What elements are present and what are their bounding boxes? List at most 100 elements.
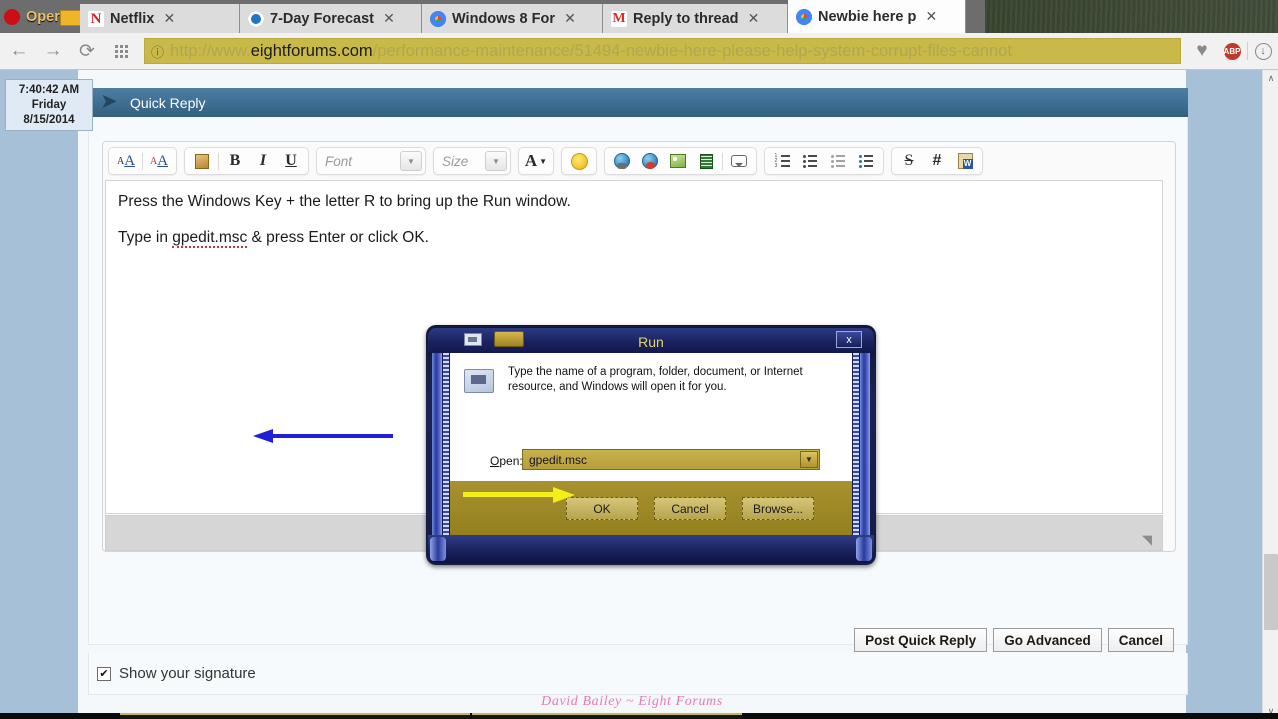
globe-chain-glyph bbox=[614, 153, 630, 169]
chrome-icon bbox=[430, 10, 446, 27]
run-window-right-rail bbox=[853, 353, 859, 535]
signature-option-row: ✔ Show your signature bbox=[88, 653, 1188, 695]
insert-link-icon[interactable] bbox=[608, 149, 636, 173]
taskbar-item[interactable] bbox=[120, 713, 470, 719]
font-color-button[interactable]: A ▼ bbox=[522, 149, 550, 173]
run-window-left-bevel bbox=[432, 353, 442, 535]
go-advanced-button[interactable]: Go Advanced bbox=[993, 628, 1102, 652]
editor-toolbar: AA AA B I U Font ▼ Size ▼ A ▼ 1 2 3 S # … bbox=[103, 142, 1177, 180]
reload-icon[interactable]: ⟳ bbox=[72, 36, 102, 66]
chevron-down-icon[interactable]: ▼ bbox=[400, 151, 422, 171]
tab-close-icon[interactable]: ✕ bbox=[162, 10, 176, 27]
tab-strip: Opera N Netflix ✕ 7-Day Forecast ✕ Windo… bbox=[0, 0, 985, 33]
chevron-down-icon[interactable]: ▼ bbox=[800, 451, 818, 468]
blue-arrow-shaft bbox=[271, 434, 393, 438]
open-label-rest: pen: bbox=[499, 454, 523, 468]
abp-glyph: ABP bbox=[1223, 42, 1241, 60]
apps-grid-icon[interactable] bbox=[106, 36, 136, 66]
yellow-arrow-head bbox=[553, 487, 575, 503]
paste-icon[interactable] bbox=[188, 149, 216, 173]
page-viewport: ➤ Quick Reply AA AA B I U Font ▼ Size ▼ … bbox=[0, 70, 1278, 719]
size-select-label: Size bbox=[442, 153, 469, 169]
tab-label: Windows 8 For bbox=[452, 10, 555, 27]
underline-button[interactable]: U bbox=[277, 149, 305, 173]
tab-newbie-here[interactable]: Newbie here p ✕ bbox=[788, 0, 966, 33]
scroll-up-icon[interactable]: ∧ bbox=[1263, 70, 1278, 86]
site-info-icon[interactable]: ⓘ bbox=[151, 42, 164, 61]
run-cancel-button[interactable]: Cancel bbox=[654, 497, 726, 520]
taskbar-item[interactable] bbox=[472, 713, 742, 719]
run-window-base-left-cap bbox=[430, 537, 446, 561]
remove-link-icon[interactable] bbox=[636, 149, 664, 173]
resize-grip-icon[interactable]: ◥ bbox=[1142, 533, 1156, 547]
open-label-mnemonic: O bbox=[490, 454, 500, 468]
url-path: /performance-maintenance/51494-newbie-he… bbox=[372, 41, 1012, 60]
gmail-icon: M bbox=[611, 10, 627, 27]
adblock-plus-icon[interactable]: ABP bbox=[1217, 36, 1247, 66]
run-browse-button[interactable]: Browse... bbox=[742, 497, 814, 520]
strikethrough-button[interactable]: S bbox=[895, 149, 923, 173]
heart-glyph: ♥ bbox=[1196, 40, 1208, 61]
page-scrollbar[interactable]: ∧ ∨ bbox=[1262, 70, 1278, 719]
run-window-base-right-cap bbox=[856, 537, 872, 561]
post-line: Press the Windows Key + the letter R to … bbox=[118, 193, 571, 210]
tab-7-day-forecast[interactable]: 7-Day Forecast ✕ bbox=[240, 4, 422, 33]
back-icon[interactable]: ← bbox=[4, 36, 34, 66]
tab-netflix[interactable]: N Netflix ✕ bbox=[80, 4, 240, 33]
chevron-down-icon[interactable]: ▼ bbox=[485, 151, 507, 171]
indent-icon[interactable] bbox=[852, 149, 880, 173]
remove-formatting-button[interactable]: AA bbox=[145, 149, 173, 173]
hashtag-button[interactable]: # bbox=[923, 149, 951, 173]
run-system-menu-icon[interactable] bbox=[464, 333, 482, 346]
scrollbar-thumb[interactable] bbox=[1264, 554, 1278, 630]
yellow-arrow-shaft bbox=[463, 492, 555, 497]
ordered-list-icon[interactable]: 123 bbox=[768, 149, 796, 173]
chevron-collapse-icon[interactable]: ➤ bbox=[100, 91, 122, 114]
bookmark-heart-icon[interactable]: ♥ bbox=[1187, 36, 1217, 66]
tab-close-icon[interactable]: ✕ bbox=[563, 10, 577, 27]
chevron-down-icon[interactable]: ▼ bbox=[539, 157, 547, 166]
paste-from-word-icon[interactable] bbox=[951, 149, 979, 173]
download-icon[interactable]: ↓ bbox=[1248, 36, 1278, 66]
smiley-icon[interactable] bbox=[565, 149, 593, 173]
action-button-group: Post Quick Reply Go Advanced Cancel bbox=[854, 628, 1174, 652]
cancel-button[interactable]: Cancel bbox=[1107, 628, 1174, 652]
close-icon[interactable]: x bbox=[836, 331, 862, 348]
blue-arrow-head bbox=[253, 429, 273, 443]
run-titlebar-gold-button[interactable] bbox=[494, 331, 524, 347]
unordered-list-icon[interactable] bbox=[796, 149, 824, 173]
toolbar-group-smilies bbox=[561, 147, 597, 175]
italic-button[interactable]: I bbox=[249, 149, 277, 173]
tab-windows-8-forums[interactable]: Windows 8 For ✕ bbox=[422, 4, 603, 33]
bold-button[interactable]: B bbox=[221, 149, 249, 173]
font-size-select[interactable]: Size ▼ bbox=[433, 147, 511, 175]
wrap-quote-icon[interactable] bbox=[725, 149, 753, 173]
clipboard-glyph bbox=[195, 153, 209, 169]
page-right-gutter bbox=[1186, 70, 1262, 719]
opera-icon bbox=[4, 8, 20, 25]
toolbar-group-lists: 123 bbox=[764, 147, 884, 175]
tab-close-icon[interactable]: ✕ bbox=[924, 8, 938, 25]
insert-video-icon[interactable] bbox=[692, 149, 720, 173]
font-family-select[interactable]: Font ▼ bbox=[316, 147, 426, 175]
tab-close-icon[interactable]: ✕ bbox=[382, 10, 396, 27]
quick-reply-header[interactable]: ➤ Quick Reply bbox=[88, 88, 1188, 117]
forward-icon[interactable]: → bbox=[38, 36, 68, 66]
show-signature-checkbox[interactable]: ✔ bbox=[97, 666, 111, 681]
tab-reply-to-thread[interactable]: M Reply to thread ✕ bbox=[603, 4, 788, 33]
post-line: Type in gpedit.msc & press Enter or clic… bbox=[106, 211, 1162, 248]
toggle-editor-mode-button[interactable]: AA bbox=[112, 149, 140, 173]
yellow-arrow-annotation-icon bbox=[463, 487, 575, 503]
page-content: ➤ Quick Reply AA AA B I U Font ▼ Size ▼ … bbox=[78, 70, 1188, 719]
reload-glyph: ⟳ bbox=[79, 40, 95, 62]
run-ok-button[interactable]: OK bbox=[566, 497, 638, 520]
tab-opera[interactable]: Opera bbox=[0, 0, 80, 33]
insert-image-icon[interactable] bbox=[664, 149, 692, 173]
run-open-combobox[interactable]: gpedit.msc ▼ bbox=[522, 449, 820, 470]
outdent-icon[interactable] bbox=[824, 149, 852, 173]
post-quick-reply-button[interactable]: Post Quick Reply bbox=[854, 628, 988, 652]
address-bar[interactable]: ⓘ http://www.eightforums.com/performance… bbox=[144, 38, 1181, 64]
run-open-label: Open: bbox=[490, 454, 523, 468]
indent-glyph bbox=[859, 154, 873, 168]
tab-close-icon[interactable]: ✕ bbox=[747, 10, 761, 27]
